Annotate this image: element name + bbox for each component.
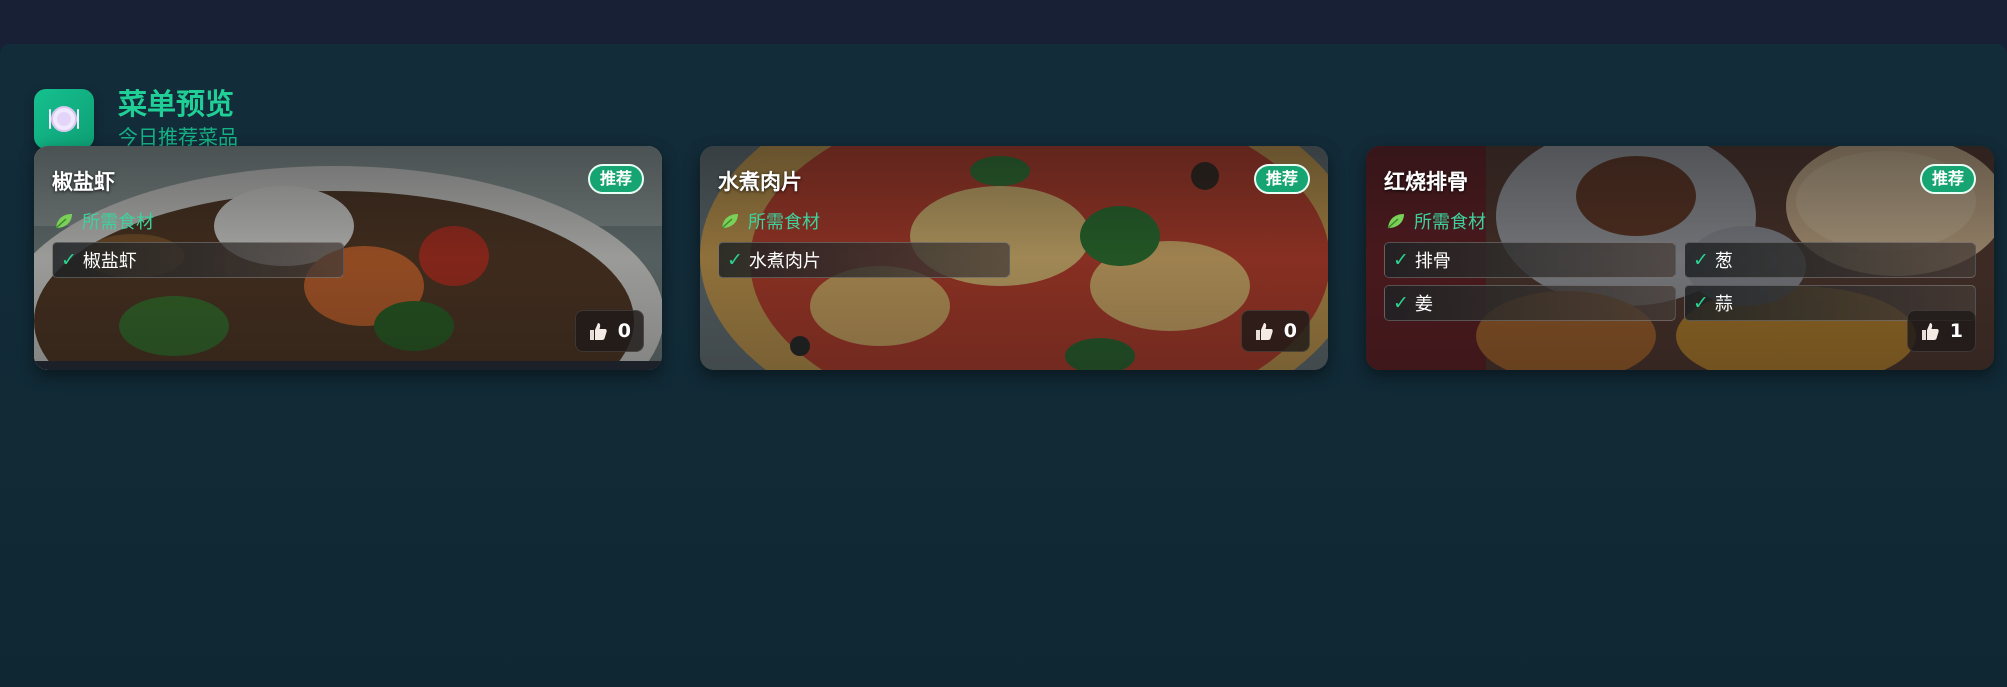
like-count: 0	[617, 320, 631, 342]
dish-name: 水煮肉片	[718, 170, 802, 194]
check-icon: ✓	[727, 249, 743, 271]
like-count: 0	[1283, 320, 1297, 342]
dish-card[interactable]: 水煮肉片 推荐 所需食材 ✓ 水煮肉片 0	[700, 146, 1328, 370]
leaf-icon	[54, 212, 74, 230]
like-button[interactable]: 0	[574, 310, 644, 352]
ingredient-chip: ✓ 姜	[1384, 285, 1676, 321]
menu-header: 菜单预览 今日推荐菜品	[34, 87, 238, 151]
like-count: 1	[1949, 320, 1963, 342]
recommend-badge: 推荐	[1919, 164, 1976, 194]
ingredients-label: 所需食材	[54, 208, 154, 234]
thumbs-up-icon	[1920, 321, 1940, 341]
ingredient-chip: ✓ 排骨	[1384, 242, 1676, 278]
ingredient-chip: ✓ 水煮肉片	[718, 242, 1010, 278]
leaf-icon	[1386, 212, 1406, 230]
dish-name: 红烧排骨	[1384, 170, 1468, 194]
ingredient-chip: ✓ 葱	[1684, 242, 1976, 278]
recommend-badge: 推荐	[587, 164, 644, 194]
recommend-badge: 推荐	[1253, 164, 1310, 194]
like-button[interactable]: 0	[1240, 310, 1310, 352]
like-button[interactable]: 1	[1906, 310, 1976, 352]
check-icon: ✓	[1393, 292, 1409, 314]
ingredients-label: 所需食材	[1386, 208, 1486, 234]
leaf-icon	[720, 212, 740, 230]
thumbs-up-icon	[1254, 321, 1274, 341]
page-title: 菜单预览	[118, 87, 235, 121]
plate-icon	[34, 89, 94, 149]
dish-name: 椒盐虾	[52, 170, 115, 194]
check-icon: ✓	[1693, 249, 1709, 271]
dish-card[interactable]: 红烧排骨 推荐 所需食材 ✓ 排骨 ✓ 葱 ✓ 姜 ✓ 蒜 1	[1366, 146, 1994, 370]
check-icon: ✓	[1693, 292, 1709, 314]
top-bar	[0, 0, 2007, 44]
check-icon: ✓	[1393, 249, 1409, 271]
check-icon: ✓	[61, 249, 77, 271]
thumbs-up-icon	[588, 321, 608, 341]
ingredient-chip: ✓ 椒盐虾	[52, 242, 344, 278]
ingredients-label: 所需食材	[720, 208, 820, 234]
dish-card[interactable]: 椒盐虾 推荐 所需食材 ✓ 椒盐虾 0	[34, 146, 662, 370]
dish-card-list: 椒盐虾 推荐 所需食材 ✓ 椒盐虾 0 水煮肉片 推荐 所需食材 ✓ 水煮肉片 …	[34, 146, 1994, 370]
